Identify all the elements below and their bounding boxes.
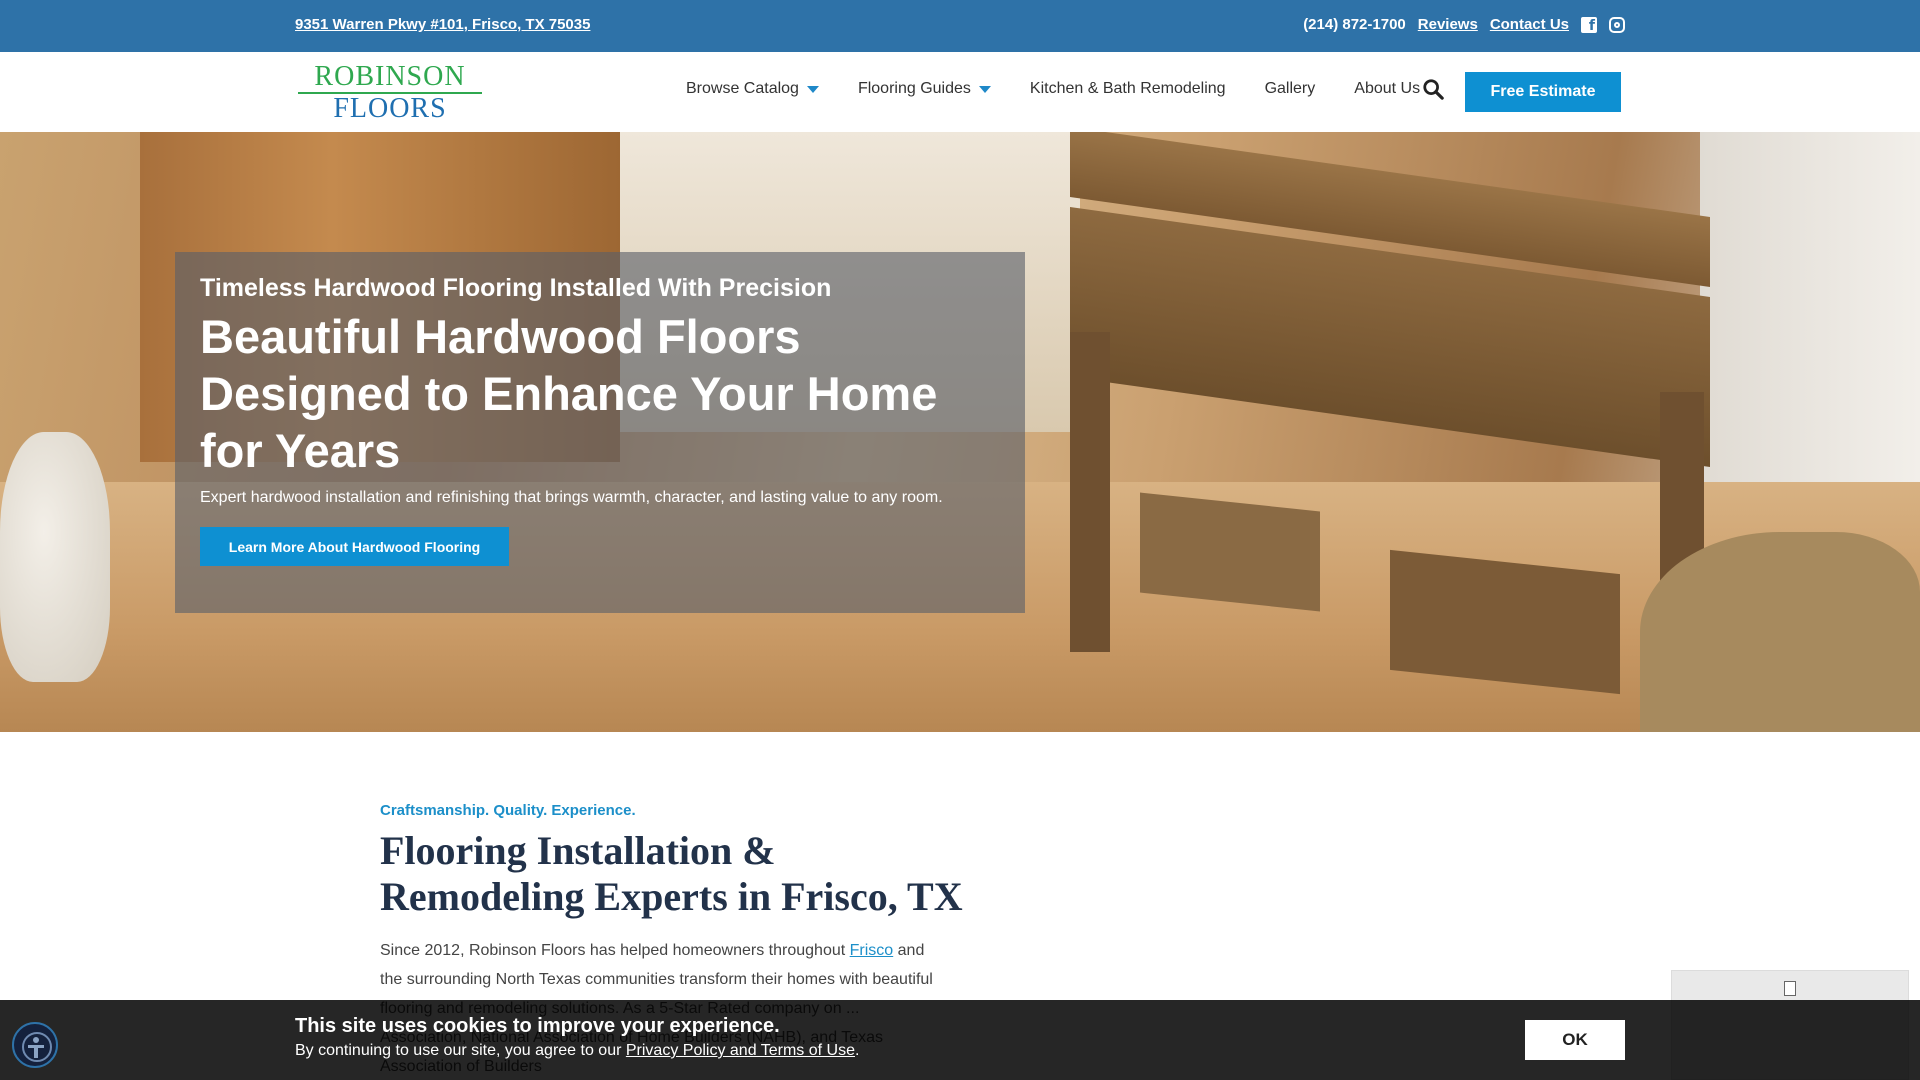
cookie-text: . (855, 1042, 860, 1059)
cookie-ok-button[interactable]: OK (1525, 1020, 1625, 1060)
cookie-message: By continuing to use our site, you agree… (295, 1042, 859, 1060)
search-icon[interactable] (1422, 78, 1444, 100)
accessibility-figure (33, 1037, 39, 1043)
hero-title: Beautiful Hardwood Floors Designed to En… (200, 310, 938, 477)
nav-label: Gallery (1264, 80, 1316, 97)
top-bar-right: (214) 872-1700 Reviews Contact Us f (1303, 16, 1625, 34)
address-link[interactable]: 9351 Warren Pkwy #101, Frisco, TX 75035 (295, 16, 590, 33)
nav-label: Kitchen & Bath Remodeling (1029, 80, 1226, 97)
main-nav: Browse Catalog Flooring Guides Kitchen &… (686, 80, 1459, 98)
cookie-text: By continuing to use our site, you agree… (295, 1042, 626, 1059)
logo[interactable]: ROBINSON FLOORS (296, 61, 484, 124)
intro-text: Since 2012, Robinson Floors has helped h… (380, 942, 850, 959)
hero-text-panel: Timeless Hardwood Flooring Installed Wit… (175, 252, 1025, 613)
hero-eyebrow: Timeless Hardwood Flooring Installed Wit… (200, 274, 832, 302)
nav-kitchen-bath[interactable]: Kitchen & Bath Remodeling (1030, 80, 1226, 98)
section-eyebrow: Craftsmanship. Quality. Experience. (380, 802, 636, 819)
top-bar: 9351 Warren Pkwy #101, Frisco, TX 75035 … (0, 0, 1920, 52)
accessibility-figure (34, 1048, 38, 1058)
hero-banner: Timeless Hardwood Flooring Installed Wit… (0, 132, 1920, 732)
hero-subtitle: Expert hardwood installation and refinis… (200, 489, 943, 506)
hero-bg-basket (1390, 549, 1620, 695)
contact-link[interactable]: Contact Us (1490, 16, 1569, 33)
cookie-title: This site uses cookies to improve your e… (295, 1015, 780, 1037)
free-estimate-button[interactable]: Free Estimate (1465, 72, 1621, 112)
nav-gallery[interactable]: Gallery (1265, 80, 1316, 98)
learn-more-button[interactable]: Learn More About Hardwood Flooring (200, 527, 509, 566)
nav-about-us[interactable]: About Us (1354, 80, 1420, 98)
privacy-policy-link[interactable]: Privacy Policy and Terms of Use (626, 1042, 855, 1059)
chevron-down-icon (978, 85, 991, 93)
logo-line1: ROBINSON (314, 61, 466, 92)
accessibility-icon[interactable] (12, 1022, 58, 1068)
instagram-icon[interactable] (1609, 16, 1625, 33)
facebook-icon[interactable]: f (1581, 16, 1597, 34)
nav-label: Browse Catalog (686, 80, 799, 97)
nav-flooring-guides[interactable]: Flooring Guides (858, 80, 991, 98)
hero-bg-table-leg (1070, 332, 1110, 652)
frisco-link[interactable]: Frisco (850, 942, 894, 959)
nav-label: Flooring Guides (857, 80, 971, 97)
site-header: ROBINSON FLOORS Browse Catalog Flooring … (0, 52, 1920, 132)
reviews-link[interactable]: Reviews (1418, 16, 1478, 33)
section-heading: Flooring Installation & Remodeling Exper… (380, 828, 963, 919)
hero-bg-basket (1140, 492, 1320, 612)
hero-bg-basket (1640, 532, 1920, 732)
hero-bg-vase (0, 432, 110, 682)
logo-line2: FLOORS (333, 93, 447, 124)
document-icon (1784, 981, 1796, 996)
hero-bg-right-wall (1700, 132, 1920, 532)
cookie-banner: This site uses cookies to improve your e… (0, 1000, 1920, 1080)
phone-number[interactable]: (214) 872-1700 (1303, 16, 1406, 33)
nav-browse-catalog[interactable]: Browse Catalog (686, 80, 819, 98)
chevron-down-icon (806, 85, 819, 93)
nav-label: About Us (1354, 80, 1421, 97)
